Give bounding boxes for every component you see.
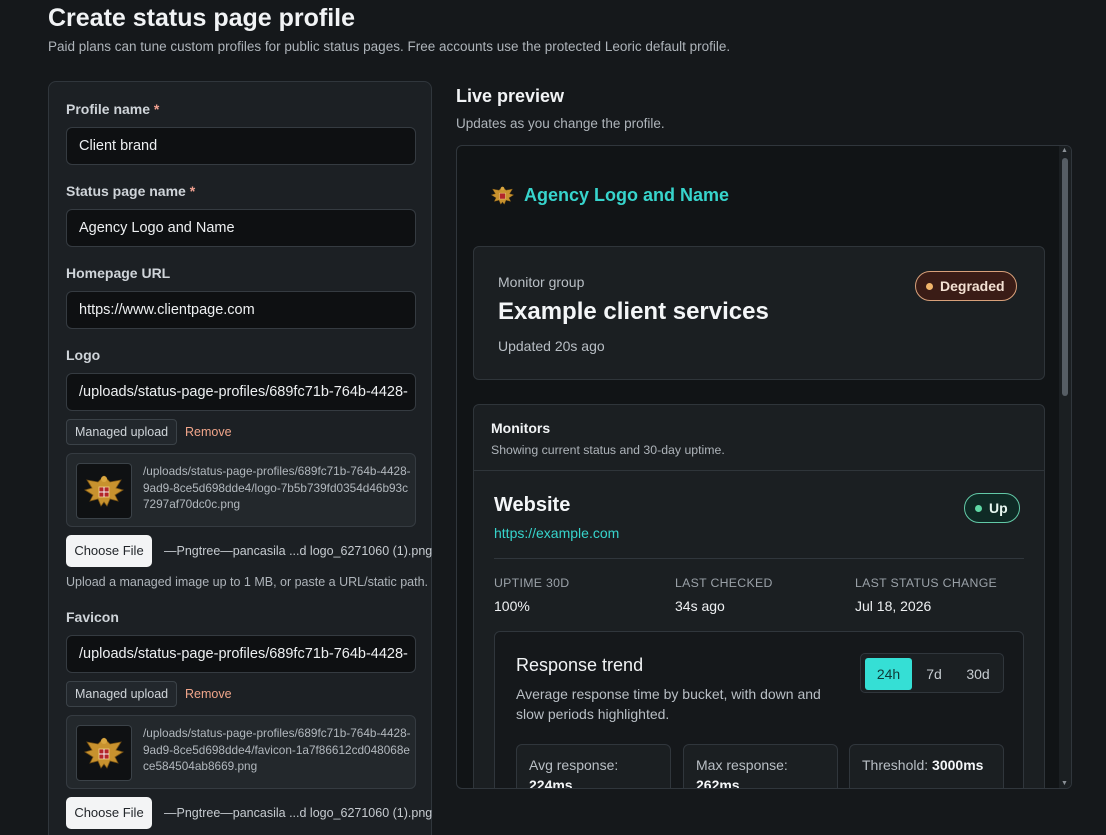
brand-name: Agency Logo and Name: [524, 185, 730, 205]
logo-upload-card: /uploads/status-page-profiles/689fc71b-7…: [66, 453, 416, 527]
group-updated: Updated 20s ago: [498, 338, 605, 354]
response-trend-card: Response trend Average response time by …: [494, 631, 1024, 788]
logo-label: Logo: [66, 347, 101, 363]
scroll-thumb[interactable]: [1062, 158, 1068, 396]
status-dot-icon: [975, 504, 982, 512]
favicon-label: Favicon: [66, 609, 119, 625]
up-status-badge: Up: [964, 493, 1020, 523]
status-page-name-label: Status page name *: [66, 183, 196, 199]
favicon-upload-card: /uploads/status-page-profiles/689fc71b-7…: [66, 715, 416, 789]
preview-scrollbar[interactable]: ▲ ▼: [1059, 146, 1071, 788]
status-page-name-input[interactable]: Agency Logo and Name: [66, 209, 416, 247]
monitor-group-card: Monitor group Example client services Up…: [473, 246, 1045, 380]
group-title: Example client services: [498, 298, 769, 325]
homepage-url-label: Homepage URL: [66, 265, 171, 281]
degraded-status-badge: Degraded: [915, 271, 1017, 301]
avg-response-metric: Avg response: 224ms: [516, 744, 671, 788]
max-response-metric: Max response: 262ms: [683, 744, 838, 788]
required-mark: *: [153, 101, 160, 117]
monitors-card: Monitors Showing current status and 30-d…: [473, 404, 1045, 788]
monitors-heading: Monitors: [491, 420, 551, 436]
live-preview-title: Live preview: [456, 86, 565, 106]
garuda-emblem-icon: [84, 475, 124, 507]
logo-thumbnail: [76, 463, 132, 519]
monitors-subheading: Showing current status and 30-day uptime…: [491, 443, 725, 457]
favicon-choose-file-button[interactable]: Choose File: [66, 797, 152, 829]
divider: [474, 470, 1044, 471]
required-mark: *: [189, 183, 196, 199]
favicon-file-path: /uploads/status-page-profiles/689fc71b-7…: [143, 726, 411, 773]
trend-title: Response trend: [516, 655, 644, 675]
logo-managed-upload-badge: Managed upload: [66, 419, 178, 445]
scroll-down-icon[interactable]: ▼: [1061, 780, 1068, 787]
profile-name-label: Profile name *: [66, 101, 160, 117]
logo-chosen-file-name: —Pngtree—pancasila ...d logo_6271060 (1)…: [164, 544, 433, 558]
threshold-metric: Threshold: 3000ms: [849, 744, 1004, 788]
range-7d-button[interactable]: 7d: [912, 658, 956, 690]
trend-description: Average response time by bucket, with do…: [516, 686, 821, 722]
divider: [494, 558, 1024, 559]
range-30d-button[interactable]: 30d: [956, 658, 1000, 690]
homepage-url-input[interactable]: https://www.clientpage.com: [66, 291, 416, 329]
logo-choose-file-button[interactable]: Choose File: [66, 535, 152, 567]
logo-url-input[interactable]: /uploads/status-page-profiles/689fc71b-7…: [66, 373, 416, 411]
live-preview-subtitle: Updates as you change the profile.: [456, 116, 665, 131]
favicon-thumbnail: [76, 725, 132, 781]
group-label: Monitor group: [498, 274, 585, 290]
garuda-emblem-icon: [84, 737, 124, 769]
monitor-url-link[interactable]: https://example.com: [494, 525, 619, 541]
favicon-url-input[interactable]: /uploads/status-page-profiles/689fc71b-7…: [66, 635, 416, 673]
stat-last-status-change: LAST STATUS CHANGE Jul 18, 2026: [855, 576, 998, 614]
stat-last-checked: LAST CHECKED 34s ago: [675, 576, 773, 614]
monitor-name: Website: [494, 494, 571, 516]
brand-logo-icon: [490, 186, 515, 205]
logo-helper-text: Upload a managed image up to 1 MB, or pa…: [66, 575, 429, 589]
preview-brand: Agency Logo and Name: [489, 182, 729, 209]
status-dot-icon: [926, 282, 933, 290]
scroll-up-icon[interactable]: ▲: [1061, 147, 1068, 154]
page-subtitle: Paid plans can tune custom profiles for …: [48, 39, 731, 54]
logo-file-path: /uploads/status-page-profiles/689fc71b-7…: [143, 464, 411, 511]
profile-form: Profile name * Client brand Status page …: [48, 81, 432, 835]
favicon-remove-button[interactable]: Remove: [185, 681, 232, 707]
preview-frame: ▲ ▼ Agency Logo and Name Monitor group E…: [456, 145, 1072, 789]
range-24h-button[interactable]: 24h: [865, 658, 912, 690]
range-selector: 24h 7d 30d: [860, 653, 1004, 693]
favicon-managed-upload-badge: Managed upload: [66, 681, 178, 707]
favicon-chosen-file-name: —Pngtree—pancasila ...d logo_6271060 (1)…: [164, 806, 433, 820]
profile-name-input[interactable]: Client brand: [66, 127, 416, 165]
page-title: Create status page profile: [48, 4, 356, 32]
logo-remove-button[interactable]: Remove: [185, 419, 232, 445]
stat-uptime: UPTIME 30D 100%: [494, 576, 570, 614]
